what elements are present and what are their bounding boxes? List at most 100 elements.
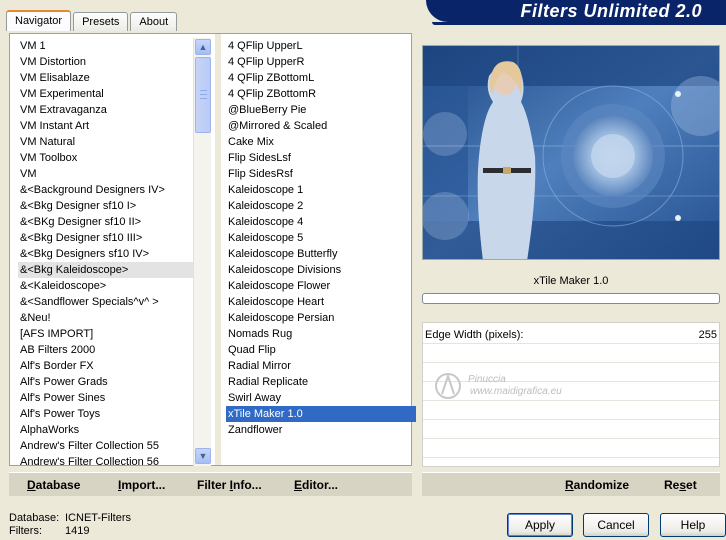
filter-item[interactable]: Flip SidesLsf	[226, 150, 416, 166]
category-scrollbar[interactable]: ▲ ▼	[193, 38, 211, 466]
param-row-empty	[423, 421, 719, 439]
category-list[interactable]: VM 1 VM Distortion VM Elisablaze VM Experim…	[18, 38, 200, 470]
category-item[interactable]: VM 1	[18, 38, 200, 54]
help-button[interactable]: Help	[660, 513, 726, 537]
param-row-empty	[423, 345, 719, 363]
param-value[interactable]: 255	[699, 329, 717, 341]
filter-item[interactable]: Nomads Rug	[226, 326, 416, 342]
filter-info-label-rest: nfo...	[233, 478, 262, 492]
cancel-button[interactable]: Cancel	[583, 513, 649, 537]
category-item[interactable]: &<Sandflower Specials^v^ >	[18, 294, 200, 310]
filter-info-button[interactable]: Filter Info...	[197, 478, 262, 492]
category-item[interactable]: VM Distortion	[18, 54, 200, 70]
category-item[interactable]: Alf's Power Grads	[18, 374, 200, 390]
category-item[interactable]: [AFS IMPORT]	[18, 326, 200, 342]
navigator-panel: VM 1 VM Distortion VM Elisablaze VM Experim…	[9, 33, 416, 468]
filter-item[interactable]: Kaleidoscope 2	[226, 198, 416, 214]
category-item[interactable]: &<Kaleidoscope>	[18, 278, 200, 294]
preview-image	[422, 45, 720, 260]
filter-item[interactable]: Kaleidoscope Persian	[226, 310, 416, 326]
category-item[interactable]: &<Bkg Kaleidoscope>	[18, 262, 200, 278]
watermark: Pinuccia www.maidigrafica.eu	[430, 368, 600, 404]
filter-info-label: Filter	[197, 478, 230, 492]
database-status-label: Database:	[9, 512, 60, 524]
filter-item[interactable]: Radial Mirror	[226, 358, 416, 374]
watermark-logo-icon	[435, 372, 461, 399]
category-item[interactable]: &<Bkg Designers sf10 IV>	[18, 246, 200, 262]
category-item[interactable]: VM Experimental	[18, 86, 200, 102]
category-item[interactable]: VM Extravaganza	[18, 102, 200, 118]
filter-item[interactable]: Kaleidoscope 1	[226, 182, 416, 198]
filters-status-value: 1419	[65, 525, 90, 537]
category-item[interactable]: VM Instant Art	[18, 118, 200, 134]
filter-item[interactable]: Quad Flip	[226, 342, 416, 358]
status-area: Database: ICNET-Filters Filters: 1419	[9, 512, 131, 538]
filter-item[interactable]: Kaleidoscope Heart	[226, 294, 416, 310]
filter-item[interactable]: Kaleidoscope 5	[226, 230, 416, 246]
filter-item[interactable]: Swirl Away	[226, 390, 416, 406]
filter-item[interactable]: Kaleidoscope Flower	[226, 278, 416, 294]
filter-item[interactable]: 4 QFlip UpperR	[226, 54, 416, 70]
database-status-value: ICNET-Filters	[65, 512, 131, 524]
tab-navigator[interactable]: Navigator	[6, 10, 72, 31]
tab-presets[interactable]: Presets	[73, 12, 129, 31]
preview-toolbar: Randomize Reset	[422, 472, 720, 496]
category-item[interactable]: Alf's Border FX	[18, 358, 200, 374]
category-item[interactable]: Andrew's Filter Collection 55	[18, 438, 200, 454]
window-title: Filters Unlimited 2.0	[520, 1, 702, 21]
window-title-banner: Filters Unlimited 2.0	[426, 0, 726, 22]
filter-item[interactable]: Kaleidoscope 4	[226, 214, 416, 230]
filter-list[interactable]: 4 QFlip UpperL 4 QFlip UpperR 4 QFlip ZBot…	[226, 38, 416, 438]
filter-item[interactable]: Flip SidesRsf	[226, 166, 416, 182]
navigator-toolbar: Database Import... Filter Info... Editor…	[9, 472, 412, 496]
scroll-thumb[interactable]	[195, 57, 211, 133]
watermark-url: www.maidigrafica.eu	[470, 386, 562, 397]
filter-item[interactable]: @Mirrored & Scaled	[226, 118, 416, 134]
param-row-edge-width[interactable]: Edge Width (pixels): 255	[423, 326, 719, 344]
category-item[interactable]: Alf's Power Toys	[18, 406, 200, 422]
category-item[interactable]: Alf's Power Sines	[18, 390, 200, 406]
editor-button[interactable]: Editor...	[294, 478, 338, 492]
category-item[interactable]: AB Filters 2000	[18, 342, 200, 358]
filter-item[interactable]: 4 QFlip ZBottomL	[226, 70, 416, 86]
filter-item[interactable]: Radial Replicate	[226, 374, 416, 390]
filters-status-label: Filters:	[9, 525, 42, 537]
filter-item[interactable]: Kaleidoscope Butterfly	[226, 246, 416, 262]
category-item[interactable]: VM Toolbox	[18, 150, 200, 166]
param-row-empty	[423, 402, 719, 420]
filter-item[interactable]: @BlueBerry Pie	[226, 102, 416, 118]
category-item[interactable]: &<BKg Designer sf10 II>	[18, 214, 200, 230]
category-item[interactable]: VM Elisablaze	[18, 70, 200, 86]
import-button[interactable]: Import...	[118, 478, 165, 492]
category-item[interactable]: &Neu!	[18, 310, 200, 326]
filter-item[interactable]: 4 QFlip UpperL	[226, 38, 416, 54]
reset-button[interactable]: Reset	[664, 478, 697, 492]
param-row-empty	[423, 440, 719, 458]
progress-bar	[422, 293, 720, 304]
category-item[interactable]: &<Background Designers IV>	[18, 182, 200, 198]
banner-stripe	[432, 22, 726, 25]
filter-item[interactable]: xTile Maker 1.0	[226, 406, 416, 422]
randomize-button[interactable]: Randomize	[565, 478, 629, 492]
chevron-down-icon: ▼	[198, 451, 208, 461]
filter-item[interactable]: Zandflower	[226, 422, 416, 438]
database-button[interactable]: Database	[27, 478, 80, 492]
category-item[interactable]: Andrew's Filter Collection 56	[18, 454, 200, 470]
apply-button[interactable]: Apply	[507, 513, 573, 537]
category-item[interactable]: &<Bkg Designer sf10 I>	[18, 198, 200, 214]
filter-item[interactable]: 4 QFlip ZBottomR	[226, 86, 416, 102]
filter-item[interactable]: Cake Mix	[226, 134, 416, 150]
category-item[interactable]: AlphaWorks	[18, 422, 200, 438]
category-item[interactable]: VM	[18, 166, 200, 182]
column-divider[interactable]	[215, 34, 221, 465]
watermark-name: Pinuccia	[468, 374, 506, 385]
scroll-down-button[interactable]: ▼	[195, 448, 211, 464]
scroll-up-button[interactable]: ▲	[195, 39, 211, 55]
database-mnemonic: D	[27, 478, 36, 492]
filter-item[interactable]: Kaleidoscope Divisions	[226, 262, 416, 278]
category-item[interactable]: VM Natural	[18, 134, 200, 150]
chevron-up-icon: ▲	[198, 42, 208, 52]
tab-about[interactable]: About	[130, 12, 178, 31]
category-item[interactable]: &<Bkg Designer sf10 III>	[18, 230, 200, 246]
randomize-mnemonic: R	[565, 478, 574, 492]
